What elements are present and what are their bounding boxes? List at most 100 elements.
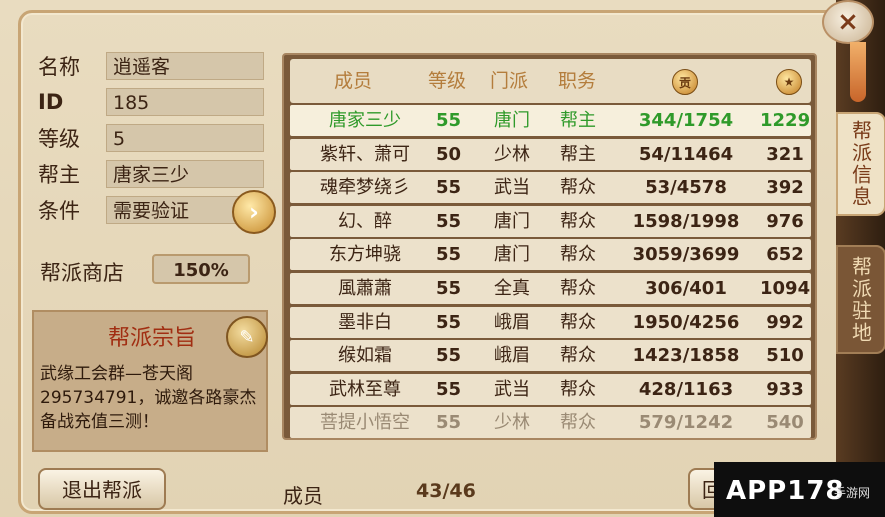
table-row[interactable]: 風蕭蕭 55 全真 帮众 306/401 1094 xyxy=(290,273,811,304)
cell-score: 976 xyxy=(766,210,804,232)
cell-sect: 武当 xyxy=(494,177,530,199)
cell-name: 墨非白 xyxy=(338,311,392,333)
table-row[interactable]: 缑如霜 55 峨眉 帮众 1423/1858 510 xyxy=(290,340,811,372)
cell-role: 帮众 xyxy=(560,278,596,299)
tab-guild-base[interactable]: 帮派驻地 xyxy=(836,245,885,354)
chevron-right-icon: › xyxy=(249,198,259,226)
cell-level: 55 xyxy=(436,378,462,400)
tab-guild-info[interactable]: 帮派信息 xyxy=(836,112,885,216)
guild-shop-label: 帮派商店 xyxy=(40,261,124,285)
table-header: 成员 等级 门派 职务 贡 ★ xyxy=(290,59,811,103)
member-table: 成员 等级 门派 职务 贡 ★ 唐家三少 55 唐门 帮主 344/1754 1229 紫轩… xyxy=(282,53,817,440)
cell-sect: 少林 xyxy=(494,143,530,165)
cell-sect: 峨眉 xyxy=(494,311,530,333)
watermark-sub: 手游网 xyxy=(834,486,871,500)
cell-level: 55 xyxy=(436,345,462,367)
cell-sect: 峨眉 xyxy=(494,345,530,367)
close-icon: × xyxy=(837,7,859,37)
name-row: 名称 xyxy=(38,52,108,80)
cell-level: 55 xyxy=(436,110,462,131)
table-row[interactable]: 墨非白 55 峨眉 帮众 1950/4256 992 xyxy=(290,306,811,338)
cell-score: 540 xyxy=(766,412,804,434)
cell-role: 帮众 xyxy=(560,345,596,367)
cell-contrib: 1950/4256 xyxy=(632,311,740,333)
cell-level: 55 xyxy=(436,210,462,232)
table-row[interactable]: 魂牵梦绕彡 55 武当 帮众 53/4578 392 xyxy=(290,172,811,204)
cell-sect: 武当 xyxy=(494,378,530,400)
cell-name: 武林至尊 xyxy=(329,378,401,400)
cell-sect: 唐门 xyxy=(494,210,530,232)
edit-motto-button[interactable]: ✎ xyxy=(226,316,268,358)
cell-name: 缑如霜 xyxy=(338,345,392,367)
header-level: 等级 xyxy=(428,70,467,92)
cell-level: 55 xyxy=(436,278,462,299)
cell-level: 50 xyxy=(436,143,462,165)
name-label: 名称 xyxy=(38,55,80,79)
header-sect: 门派 xyxy=(490,70,529,92)
cell-contrib: 54/11464 xyxy=(638,143,734,165)
leader-field: 唐家三少 xyxy=(106,160,264,188)
id-label: ID xyxy=(38,90,64,114)
leader-label: 帮主 xyxy=(38,163,80,187)
app178-watermark: APP178 手游网 xyxy=(714,462,885,517)
contribution-icon: 贡 xyxy=(672,69,698,95)
cell-level: 55 xyxy=(436,311,462,333)
cell-role: 帮众 xyxy=(560,311,596,333)
table-row[interactable]: 唐家三少 55 唐门 帮主 344/1754 1229 xyxy=(290,105,811,136)
cell-sect: 唐门 xyxy=(494,110,530,131)
table-row[interactable]: 东方坤骁 55 唐门 帮众 3059/3699 652 xyxy=(290,239,811,271)
cell-score: 392 xyxy=(766,177,804,199)
cell-score: 992 xyxy=(766,311,804,333)
cell-role: 帮众 xyxy=(560,412,596,434)
cell-name: 風蕭蕭 xyxy=(338,278,392,299)
table-row[interactable]: 菩提小悟空 55 少林 帮众 579/1242 540 xyxy=(290,407,811,438)
name-field: 逍遥客 xyxy=(106,52,264,80)
cell-score: 1094 xyxy=(760,278,811,299)
cell-contrib: 306/401 xyxy=(645,278,727,299)
cell-score: 933 xyxy=(766,378,804,400)
cell-role: 帮众 xyxy=(560,244,596,266)
cell-contrib: 1423/1858 xyxy=(632,345,740,367)
close-button[interactable]: × xyxy=(822,0,874,44)
condition-label: 条件 xyxy=(38,199,80,223)
tassel-decoration xyxy=(850,42,866,102)
cell-contrib: 53/4578 xyxy=(645,177,727,199)
rank-medal-icon: ★ xyxy=(776,69,802,95)
guild-motto-panel: 帮派宗旨 ✎ 武缘工会群—苍天阁 295734791，诚邀各路豪杰备战充值三测！ xyxy=(32,310,268,452)
cell-contrib: 428/1163 xyxy=(638,378,734,400)
id-row: ID xyxy=(38,88,108,116)
level-row: 等级 xyxy=(38,124,108,152)
cell-contrib: 3059/3699 xyxy=(632,244,740,266)
cell-role: 帮主 xyxy=(560,143,596,165)
cell-level: 55 xyxy=(436,412,462,434)
cell-role: 帮众 xyxy=(560,378,596,400)
cell-level: 55 xyxy=(436,244,462,266)
table-row[interactable]: 紫轩、萧可 50 少林 帮主 54/11464 321 xyxy=(290,138,811,170)
id-field: 185 xyxy=(106,88,264,116)
motto-text: 武缘工会群—苍天阁 295734791，诚邀各路豪杰备战充值三测！ xyxy=(40,364,257,432)
cell-sect: 全真 xyxy=(494,278,530,299)
member-count-label: 成员 xyxy=(283,484,323,508)
cell-score: 652 xyxy=(766,244,804,266)
guild-shop-value[interactable]: 150% xyxy=(152,254,250,284)
leader-row: 帮主 xyxy=(38,160,108,188)
cell-contrib: 579/1242 xyxy=(638,412,734,434)
cell-name: 东方坤骁 xyxy=(329,244,401,266)
cell-level: 55 xyxy=(436,177,462,199)
cell-role: 帮众 xyxy=(560,177,596,199)
cell-name: 幻、醉 xyxy=(338,210,392,232)
table-row[interactable]: 武林至尊 55 武当 帮众 428/1163 933 xyxy=(290,373,811,405)
cell-name: 唐家三少 xyxy=(329,110,401,131)
watermark-main: APP178 xyxy=(726,476,845,506)
header-role: 职务 xyxy=(558,70,597,92)
cell-contrib: 344/1754 xyxy=(638,110,734,131)
condition-arrow-button[interactable]: › xyxy=(232,190,276,234)
leave-guild-button[interactable]: 退出帮派 xyxy=(38,468,166,510)
cell-score: 321 xyxy=(766,143,804,165)
header-member: 成员 xyxy=(334,70,373,92)
cell-role: 帮众 xyxy=(560,210,596,232)
member-count-value: 43/46 xyxy=(416,480,476,502)
table-row[interactable]: 幻、醉 55 唐门 帮众 1598/1998 976 xyxy=(290,205,811,237)
cell-name: 菩提小悟空 xyxy=(320,412,410,434)
cell-score: 1229 xyxy=(760,110,811,131)
